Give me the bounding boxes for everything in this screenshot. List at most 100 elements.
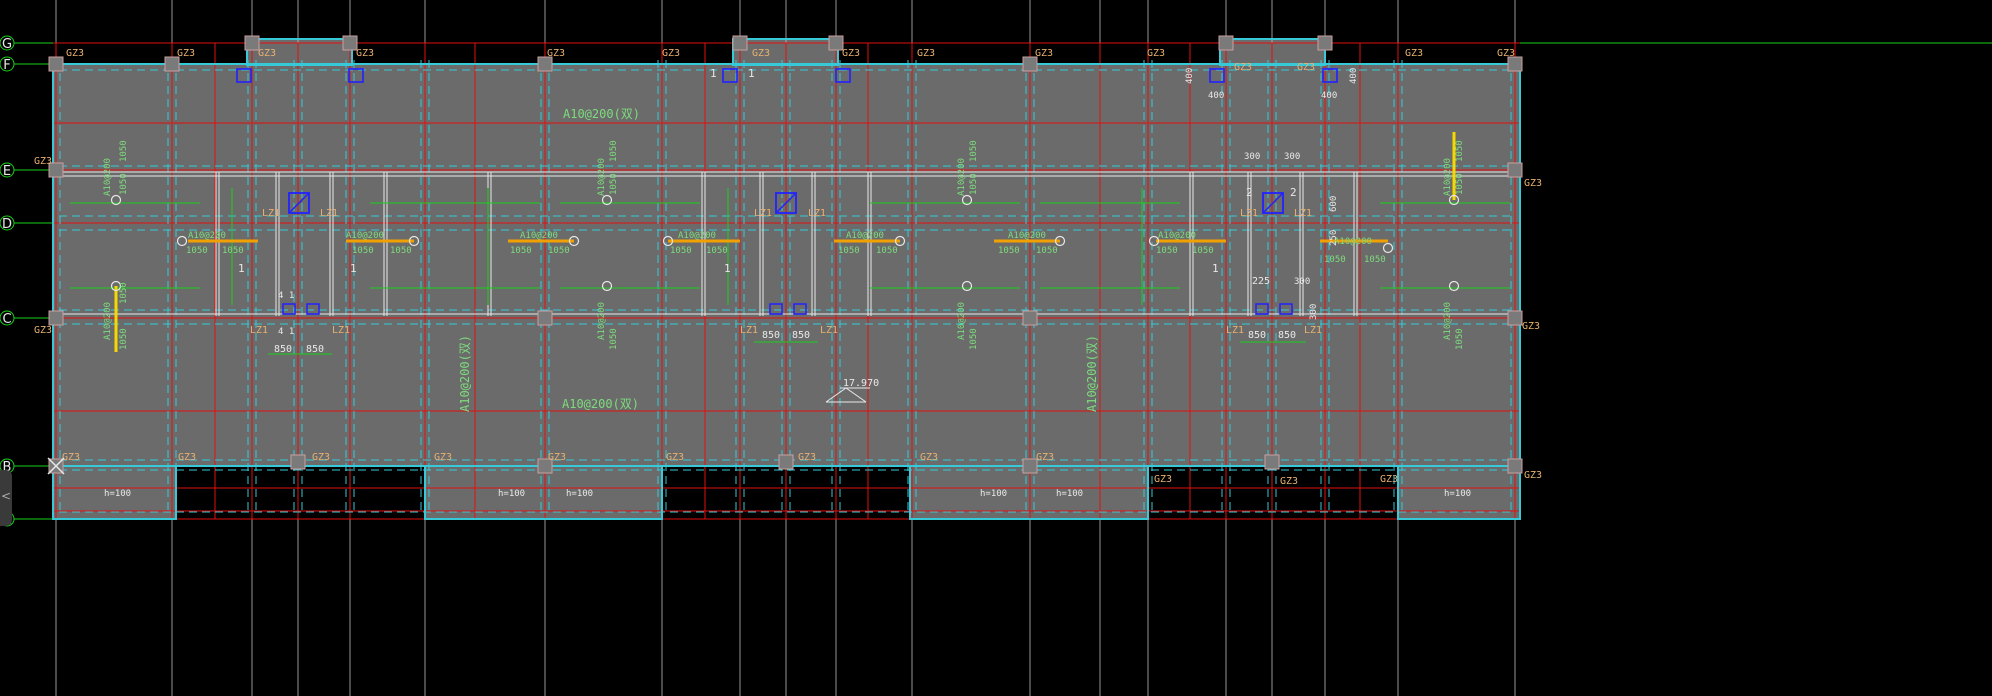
rebar-label: A10@200 bbox=[188, 231, 226, 241]
beam-tag-lz1: LZ1 bbox=[1240, 208, 1258, 219]
dimension-1050: 1050 bbox=[119, 282, 129, 304]
rebar-label: A10@200 bbox=[346, 231, 384, 241]
svg-text:F: F bbox=[3, 58, 10, 73]
dimension-850: 850 bbox=[274, 344, 292, 355]
section-mark: 4 1 bbox=[278, 291, 294, 301]
column-tag-gz3: GZ3 bbox=[1380, 474, 1398, 485]
column-tag-gz3: GZ3 bbox=[547, 48, 565, 59]
column-tag-gz3: GZ3 bbox=[1524, 470, 1542, 481]
beam-tag-lz1: LZ1 bbox=[320, 208, 338, 219]
dimension-1050: 1050 bbox=[1455, 140, 1465, 162]
column-tag-gz3: GZ3 bbox=[798, 452, 816, 463]
collapse-side-panel-tab[interactable]: < bbox=[0, 470, 12, 526]
dimension-1050: 1050 bbox=[969, 173, 979, 195]
dimension-300: 300 bbox=[1244, 152, 1260, 162]
dimension-850: 850 bbox=[762, 330, 780, 341]
dimension-1050: 1050 bbox=[186, 246, 208, 256]
beam-tag-lz1: LZ1 bbox=[754, 208, 772, 219]
column-tag-gz3: GZ3 bbox=[1234, 62, 1252, 73]
dimension-1050: 1050 bbox=[609, 140, 619, 162]
column-tag-gz3: GZ3 bbox=[34, 156, 52, 167]
section-mark: 1 bbox=[350, 262, 357, 275]
axis-bubble-e: E bbox=[0, 162, 15, 179]
column-tag-gz3: GZ3 bbox=[1522, 321, 1540, 332]
dimension-1050: 1050 bbox=[706, 246, 728, 256]
dimension-850: 850 bbox=[306, 344, 324, 355]
dimension-1050: 1050 bbox=[390, 246, 412, 256]
elevation-value: 17.970 bbox=[843, 378, 879, 389]
column-tag-gz3: GZ3 bbox=[1297, 62, 1315, 73]
dimension-850: 850 bbox=[1248, 330, 1266, 341]
dimension-400: 400 bbox=[1185, 68, 1195, 84]
column-tag-gz3: GZ3 bbox=[1147, 48, 1165, 59]
dimension-400: 400 bbox=[1349, 68, 1359, 84]
section-mark: 4 1 bbox=[278, 327, 294, 337]
column-tag-gz3: GZ3 bbox=[66, 48, 84, 59]
dimension-250: 250 bbox=[1329, 230, 1339, 246]
rebar-label: A10@200 bbox=[1158, 231, 1196, 241]
dimension-225: 225 bbox=[1252, 276, 1270, 287]
dimension-1050: 1050 bbox=[609, 173, 619, 195]
rebar-label: A10@200 bbox=[597, 302, 607, 340]
rebar-label: A10@200 bbox=[1443, 302, 1453, 340]
dimension-1050: 1050 bbox=[119, 173, 129, 195]
column-tag-gz3: GZ3 bbox=[1497, 48, 1515, 59]
dimension-850: 850 bbox=[792, 330, 810, 341]
rebar-label: A10@200 bbox=[957, 302, 967, 340]
section-mark: 2 bbox=[1246, 186, 1253, 199]
column-tag-gz3: GZ3 bbox=[1280, 476, 1298, 487]
beam-tag-lz1: LZ1 bbox=[332, 325, 350, 336]
dimension-1050: 1050 bbox=[838, 246, 860, 256]
column-tag-gz3: GZ3 bbox=[177, 48, 195, 59]
svg-text:C: C bbox=[2, 312, 11, 327]
column-tag-gz3: GZ3 bbox=[178, 452, 196, 463]
section-mark: 1 bbox=[238, 262, 245, 275]
dimension-400: 400 bbox=[1321, 91, 1337, 101]
slab-rebar-label: A10@200(双) bbox=[1085, 335, 1099, 412]
slab-thickness-tag: h=100 bbox=[1444, 489, 1471, 499]
column-tag-gz3: GZ3 bbox=[548, 452, 566, 463]
slab-rebar-label: A10@200(双) bbox=[458, 335, 472, 412]
dimension-1050: 1050 bbox=[222, 246, 244, 256]
column-tag-gz3: GZ3 bbox=[258, 48, 276, 59]
dimension-1050: 1050 bbox=[1364, 255, 1386, 265]
axis-bubble-g: G bbox=[0, 35, 15, 52]
dimension-1050: 1050 bbox=[510, 246, 532, 256]
column-tag-gz3: GZ3 bbox=[1405, 48, 1423, 59]
slab-thickness-tag: h=100 bbox=[1056, 489, 1083, 499]
svg-text:G: G bbox=[2, 37, 12, 52]
column-tag-gz3: GZ3 bbox=[356, 48, 374, 59]
rebar-label: A10@200 bbox=[103, 158, 113, 196]
svg-text:E: E bbox=[3, 164, 11, 179]
slab-thickness-tag: h=100 bbox=[498, 489, 525, 499]
svg-text:D: D bbox=[2, 217, 12, 232]
axis-bubble-d: D bbox=[0, 215, 15, 232]
dimension-300: 300 bbox=[1309, 304, 1319, 320]
dimension-1050: 1050 bbox=[1036, 246, 1058, 256]
dimension-1050: 1050 bbox=[1156, 246, 1178, 256]
collapse-chevron-icon: < bbox=[1, 489, 12, 503]
column-tag-gz3: GZ3 bbox=[1035, 48, 1053, 59]
beam-tag-lz1: LZ1 bbox=[820, 325, 838, 336]
dimension-1050: 1050 bbox=[1324, 255, 1346, 265]
dimension-400: 400 bbox=[1208, 91, 1224, 101]
beam-tag-lz1: LZ1 bbox=[1304, 325, 1322, 336]
beam-tag-lz1: LZ1 bbox=[250, 325, 268, 336]
rebar-label: A10@200 bbox=[957, 158, 967, 196]
beam-tag-lz1: LZ1 bbox=[262, 208, 280, 219]
column-tag-gz3: GZ3 bbox=[1036, 452, 1054, 463]
cad-drawing-canvas[interactable]: GFEDCBAGZ3GZ3GZ3GZ3GZ3GZ3GZ3GZ3GZ3GZ3GZ3… bbox=[0, 0, 1992, 696]
slab-rebar-label: A10@200(双) bbox=[562, 397, 639, 411]
section-mark: 1 bbox=[1212, 262, 1219, 275]
column-tag-gz3: GZ3 bbox=[752, 48, 770, 59]
column-tag-gz3: GZ3 bbox=[62, 452, 80, 463]
dimension-300: 300 bbox=[1284, 152, 1300, 162]
column-tag-gz3: GZ3 bbox=[666, 452, 684, 463]
column-tag-gz3: GZ3 bbox=[434, 452, 452, 463]
column-tag-gz3: GZ3 bbox=[920, 452, 938, 463]
column-tag-gz3: GZ3 bbox=[34, 325, 52, 336]
dimension-300: 300 bbox=[1294, 277, 1310, 287]
column-tag-gz3: GZ3 bbox=[917, 48, 935, 59]
dimension-850: 850 bbox=[1278, 330, 1296, 341]
dimension-1050: 1050 bbox=[969, 140, 979, 162]
